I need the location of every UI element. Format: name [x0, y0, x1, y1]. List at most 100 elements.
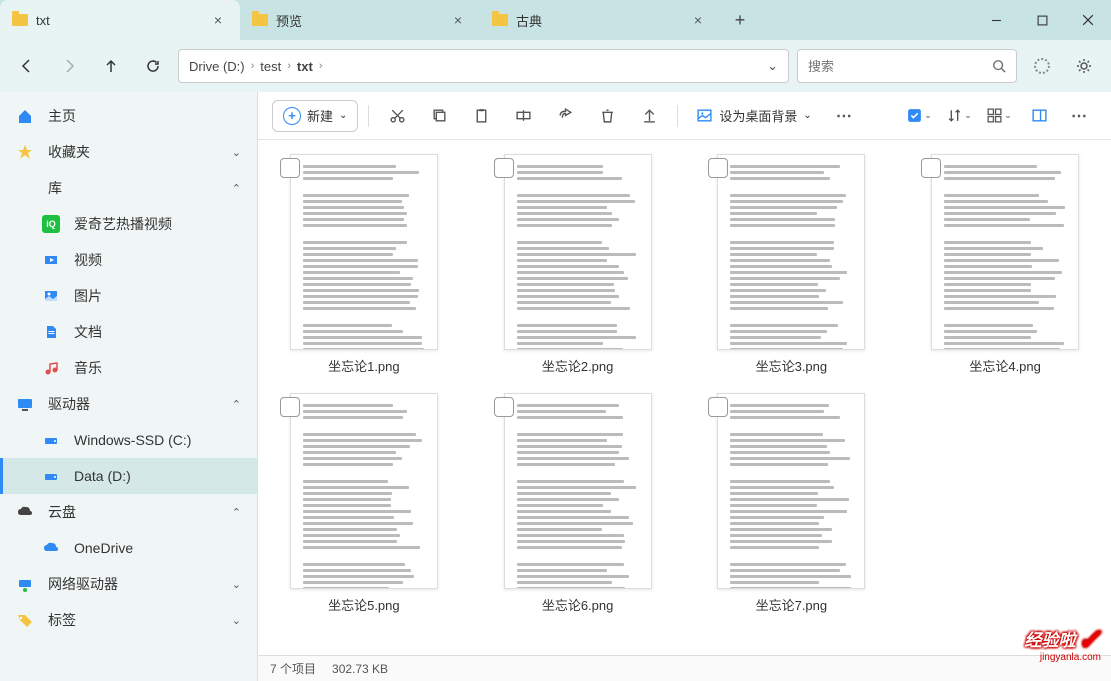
- sidebar-item-cloud[interactable]: 云盘 ⌃: [0, 494, 257, 530]
- tab-preview[interactable]: 预览 ×: [240, 0, 480, 40]
- breadcrumb-part[interactable]: Drive (D:): [189, 59, 245, 74]
- copy-icon[interactable]: [421, 100, 457, 132]
- thumbnail[interactable]: [504, 393, 652, 589]
- checkbox[interactable]: [494, 397, 514, 417]
- close-button[interactable]: [1065, 0, 1111, 40]
- file-item[interactable]: 坐忘论1.png: [272, 154, 456, 375]
- sidebar-item-tags[interactable]: 标签 ⌄: [0, 602, 257, 638]
- checkbox[interactable]: [280, 397, 300, 417]
- chevron-up-icon[interactable]: ⌃: [232, 398, 241, 411]
- sidebar-item-library[interactable]: 库 ⌃: [0, 170, 257, 206]
- sidebar-label: 音乐: [74, 358, 102, 378]
- tab-classic[interactable]: 古典 ×: [480, 0, 720, 40]
- sidebar-item-music[interactable]: 音乐: [0, 350, 257, 386]
- checkbox[interactable]: [494, 158, 514, 178]
- thumbnail[interactable]: [717, 154, 865, 350]
- sidebar-item-onedrive[interactable]: OneDrive: [0, 530, 257, 566]
- details-pane-icon[interactable]: [1021, 100, 1057, 132]
- sidebar-label: Windows-SSD (C:): [74, 432, 191, 448]
- breadcrumb[interactable]: Drive (D:) › test › txt › ⌄: [178, 49, 789, 83]
- sidebar-item-network[interactable]: 网络驱动器 ⌄: [0, 566, 257, 602]
- delete-icon[interactable]: [589, 100, 625, 132]
- select-icon[interactable]: ⌄: [901, 100, 937, 132]
- tab-txt[interactable]: txt ×: [0, 0, 240, 40]
- back-button[interactable]: [10, 49, 44, 83]
- file-item[interactable]: 坐忘论2.png: [486, 154, 670, 375]
- sidebar-item-drive-d[interactable]: Data (D:): [0, 458, 257, 494]
- sidebar-item-documents[interactable]: 文档: [0, 314, 257, 350]
- tab-label: 古典: [516, 11, 542, 30]
- toolbar: Drive (D:) › test › txt › ⌄: [0, 40, 1111, 92]
- chevron-down-icon[interactable]: ⌄: [767, 58, 778, 74]
- sidebar-label: 主页: [48, 106, 76, 126]
- file-item[interactable]: 坐忘论3.png: [700, 154, 884, 375]
- minimize-button[interactable]: [973, 0, 1019, 40]
- overflow-icon[interactable]: ⋯: [1061, 100, 1097, 132]
- window-controls: [973, 0, 1111, 40]
- sidebar-label: 文档: [74, 322, 102, 342]
- checkbox[interactable]: [708, 397, 728, 417]
- chevron-right-icon: ›: [251, 60, 255, 72]
- file-name: 坐忘论5.png: [328, 595, 400, 614]
- separator: [677, 105, 678, 127]
- chevron-up-icon[interactable]: ⌃: [232, 182, 241, 195]
- forward-button[interactable]: [52, 49, 86, 83]
- checkbox[interactable]: [280, 158, 300, 178]
- sidebar-item-drives[interactable]: 驱动器 ⌃: [0, 386, 257, 422]
- sidebar-item-pictures[interactable]: 图片: [0, 278, 257, 314]
- more-icon[interactable]: [631, 100, 667, 132]
- sidebar-item-home[interactable]: 主页: [0, 98, 257, 134]
- new-tab-button[interactable]: +: [720, 0, 760, 40]
- file-name: 坐忘论3.png: [756, 356, 828, 375]
- sidebar-item-favorites[interactable]: 收藏夹 ⌄: [0, 134, 257, 170]
- folder-icon: [12, 14, 28, 26]
- sidebar-item-videos[interactable]: 视频: [0, 242, 257, 278]
- rename-icon[interactable]: [505, 100, 541, 132]
- checkbox[interactable]: [708, 158, 728, 178]
- thumbnail[interactable]: [717, 393, 865, 589]
- watermark: 经验啦 ✓ jingyanla.com: [1025, 626, 1101, 663]
- checkbox[interactable]: [921, 158, 941, 178]
- file-name: 坐忘论7.png: [756, 595, 828, 614]
- settings-icon[interactable]: [1067, 49, 1101, 83]
- chevron-down-icon[interactable]: ⌄: [232, 578, 241, 591]
- set-wallpaper-button[interactable]: 设为桌面背景 ⌄: [688, 106, 819, 125]
- maximize-button[interactable]: [1019, 0, 1065, 40]
- chevron-down-icon: ⌄: [803, 110, 811, 121]
- close-icon[interactable]: ×: [688, 10, 708, 30]
- search-input[interactable]: [808, 59, 984, 74]
- view-icon[interactable]: ⌄: [981, 100, 1017, 132]
- sidebar-item-drive-c[interactable]: Windows-SSD (C:): [0, 422, 257, 458]
- sort-icon[interactable]: ⌄: [941, 100, 977, 132]
- file-item[interactable]: 坐忘论6.png: [486, 393, 670, 614]
- chevron-down-icon[interactable]: ⌄: [232, 614, 241, 627]
- computer-icon: [16, 395, 34, 413]
- chevron-right-icon: ›: [319, 60, 323, 72]
- thumbnail[interactable]: [290, 393, 438, 589]
- chevron-up-icon[interactable]: ⌃: [232, 506, 241, 519]
- new-button[interactable]: + 新建 ⌄: [272, 100, 358, 132]
- file-item[interactable]: 坐忘论5.png: [272, 393, 456, 614]
- music-icon: [42, 359, 60, 377]
- file-item[interactable]: 坐忘论4.png: [913, 154, 1097, 375]
- sidebar-label: 云盘: [48, 502, 76, 522]
- file-name: 坐忘论6.png: [542, 595, 614, 614]
- breadcrumb-part[interactable]: txt: [297, 59, 313, 74]
- search-icon: [992, 59, 1006, 73]
- close-icon[interactable]: ×: [448, 10, 468, 30]
- overflow-icon[interactable]: ⋯: [826, 100, 862, 132]
- paste-icon[interactable]: [463, 100, 499, 132]
- sidebar-item-iqiyi[interactable]: iQ 爱奇艺热播视频: [0, 206, 257, 242]
- breadcrumb-part[interactable]: test: [260, 59, 281, 74]
- refresh-button[interactable]: [136, 49, 170, 83]
- up-button[interactable]: [94, 49, 128, 83]
- file-item[interactable]: 坐忘论7.png: [700, 393, 884, 614]
- cut-icon[interactable]: [379, 100, 415, 132]
- thumbnail[interactable]: [290, 154, 438, 350]
- thumbnail[interactable]: [504, 154, 652, 350]
- search-box[interactable]: [797, 49, 1017, 83]
- chevron-down-icon[interactable]: ⌄: [232, 146, 241, 159]
- close-icon[interactable]: ×: [208, 10, 228, 30]
- share-icon[interactable]: [547, 100, 583, 132]
- thumbnail[interactable]: [931, 154, 1079, 350]
